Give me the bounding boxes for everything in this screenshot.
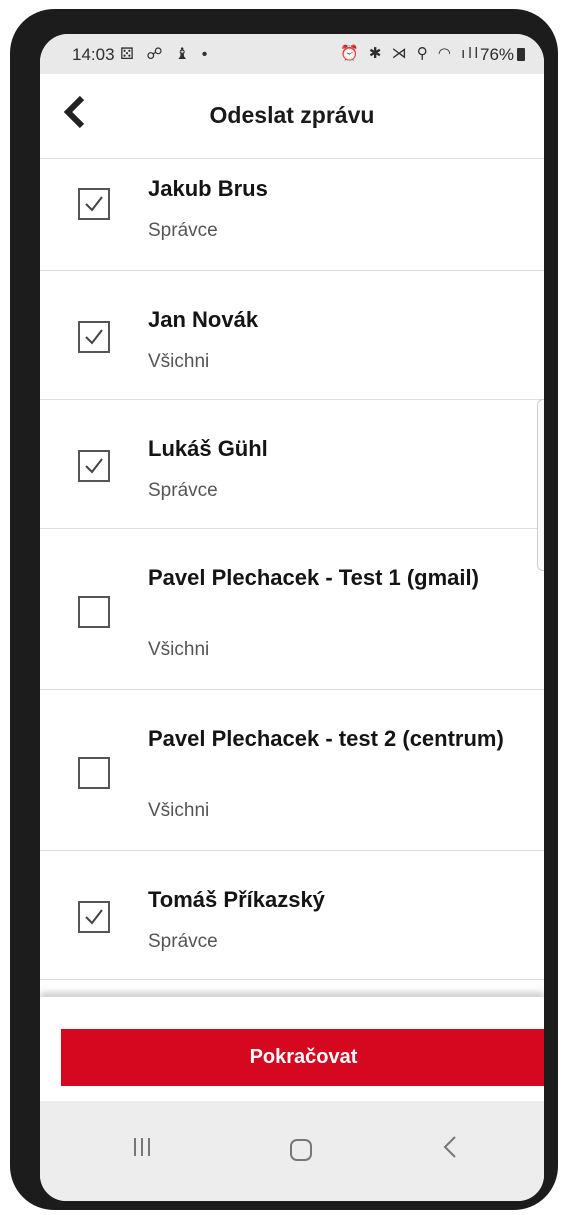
recipient-name: Jan Novák bbox=[148, 307, 259, 332]
recipient-row[interactable]: Pavel Plechacek - Test 1 (gmail) Všichni bbox=[40, 529, 544, 690]
scrollbar[interactable] bbox=[537, 399, 544, 571]
battery-icon bbox=[517, 48, 526, 61]
recipient-row[interactable]: Jan Novák Všichni bbox=[40, 271, 544, 400]
checkmark-icon bbox=[85, 196, 103, 212]
recipient-name: Pavel Plechacek - Test 1 (gmail) bbox=[148, 565, 479, 590]
footer-bar: Pokračovat bbox=[40, 997, 544, 1101]
recipient-role: Správce bbox=[148, 931, 218, 952]
app-screen: 14:03 ⚄ ☍ ♝ • ⏰ ✱ ⋊ ⚲ ◠ ıll 76% Odeslat … bbox=[40, 34, 544, 1201]
recents-icon[interactable] bbox=[132, 1137, 152, 1157]
recipient-checkbox[interactable] bbox=[78, 596, 110, 628]
home-icon[interactable] bbox=[290, 1139, 312, 1161]
recipient-checkbox[interactable] bbox=[78, 901, 110, 933]
status-time: 14:03 bbox=[72, 45, 115, 64]
recipient-checkbox[interactable] bbox=[78, 321, 110, 353]
recipient-checkbox[interactable] bbox=[78, 450, 110, 482]
battery-indicator: 76% bbox=[480, 45, 526, 65]
page-title: Odeslat zprávu bbox=[209, 102, 375, 128]
recipient-checkbox[interactable] bbox=[78, 188, 110, 220]
recipient-checkbox[interactable] bbox=[78, 757, 110, 789]
recipient-role: Správce bbox=[148, 480, 218, 501]
recipient-name: Jakub Brus bbox=[148, 176, 268, 201]
recipient-row[interactable]: Lukáš Gühl Správce bbox=[40, 400, 544, 529]
recipient-row[interactable]: Pavel Plechacek - test 2 (centrum) Všich… bbox=[40, 690, 544, 851]
checkmark-icon bbox=[85, 909, 103, 925]
system-status-icons: ⏰ ✱ ⋊ ⚲ ◠ ıll bbox=[340, 45, 481, 62]
back-nav-icon[interactable] bbox=[442, 1135, 458, 1159]
recipient-row[interactable]: Tomáš Příkazský Správce bbox=[40, 851, 544, 980]
recipient-list[interactable]: Jakub Brus Správce Jan Novák Všichni Luk… bbox=[40, 159, 544, 997]
recipient-role: Správce bbox=[148, 220, 218, 241]
battery-level: 76% bbox=[480, 45, 515, 64]
status-bar: 14:03 ⚄ ☍ ♝ • ⏰ ✱ ⋊ ⚲ ◠ ıll 76% bbox=[40, 34, 544, 74]
recipient-role: Všichni bbox=[148, 800, 210, 821]
recipient-name: Pavel Plechacek - test 2 (centrum) bbox=[148, 726, 504, 751]
continue-button[interactable]: Pokračovat bbox=[61, 1029, 544, 1086]
recipient-row[interactable]: Jakub Brus Správce bbox=[40, 159, 544, 271]
recipient-name: Lukáš Gühl bbox=[148, 436, 268, 461]
app-header: Odeslat zprávu bbox=[40, 74, 544, 159]
phone-frame: 14:03 ⚄ ☍ ♝ • ⏰ ✱ ⋊ ⚲ ◠ ıll 76% Odeslat … bbox=[10, 9, 558, 1210]
recipient-name: Tomáš Příkazský bbox=[148, 887, 325, 912]
checkmark-icon bbox=[85, 329, 103, 345]
checkmark-icon bbox=[85, 458, 103, 474]
recipient-role: Všichni bbox=[148, 351, 210, 372]
notification-icons: ⚄ ☍ ♝ • bbox=[120, 46, 212, 63]
system-nav-bar bbox=[40, 1101, 544, 1201]
recipient-role: Všichni bbox=[148, 639, 210, 660]
